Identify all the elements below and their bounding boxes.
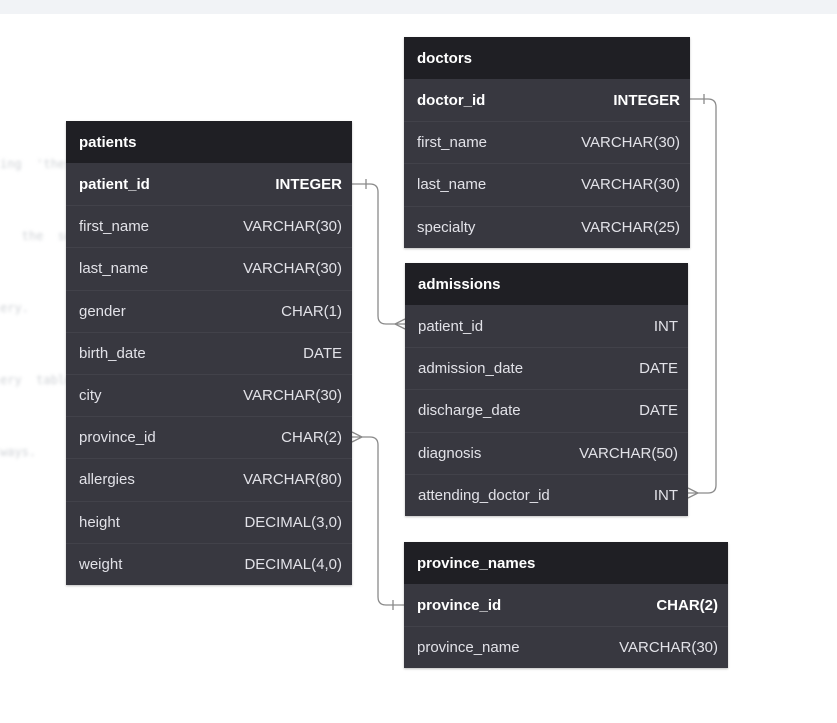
- table-row[interactable]: gender CHAR(1): [66, 289, 352, 332]
- column-name: gender: [79, 302, 126, 320]
- table-body: doctor_id INTEGER first_name VARCHAR(30)…: [404, 79, 690, 248]
- table-province-names[interactable]: province_names province_id CHAR(2) provi…: [404, 542, 728, 669]
- table-row[interactable]: province_name VARCHAR(30): [404, 626, 728, 668]
- column-name: patient_id: [418, 317, 484, 335]
- column-name: doctor_id: [417, 91, 486, 109]
- column-type: VARCHAR(80): [243, 471, 342, 489]
- column-name: last_name: [79, 260, 149, 278]
- table-row[interactable]: first_name VARCHAR(30): [66, 205, 352, 247]
- table-row[interactable]: specialty VARCHAR(25): [404, 205, 690, 248]
- column-type: VARCHAR(30): [619, 639, 718, 657]
- column-type: VARCHAR(30): [243, 218, 342, 236]
- column-name: first_name: [417, 134, 488, 152]
- column-type: DATE: [639, 402, 678, 420]
- table-row[interactable]: province_id CHAR(2): [66, 416, 352, 458]
- table-row[interactable]: admission_date DATE: [405, 347, 688, 389]
- table-row[interactable]: height DECIMAL(3,0): [66, 500, 352, 543]
- column-type: VARCHAR(30): [581, 176, 680, 194]
- column-name: last_name: [417, 176, 487, 194]
- column-name: diagnosis: [418, 444, 482, 462]
- column-type: CHAR(1): [281, 302, 342, 320]
- column-type: DATE: [303, 344, 342, 362]
- connector-doctor-id: [688, 98, 717, 494]
- table-header[interactable]: patients: [66, 121, 352, 163]
- table-body: province_id CHAR(2) province_name VARCHA…: [404, 584, 728, 668]
- column-name: city: [79, 387, 102, 405]
- table-row[interactable]: last_name VARCHAR(30): [404, 163, 690, 205]
- table-row[interactable]: province_id CHAR(2): [404, 584, 728, 626]
- column-type: INT: [653, 486, 678, 504]
- table-patients[interactable]: patients patient_id INTEGER first_name V…: [66, 121, 352, 585]
- column-type: VARCHAR(30): [243, 260, 342, 278]
- connector-patient-id: [352, 183, 405, 325]
- column-type: DECIMAL(3,0): [244, 513, 342, 531]
- table-row[interactable]: doctor_id INTEGER: [404, 79, 690, 121]
- connector-province-id: [352, 436, 405, 606]
- column-name: weight: [79, 555, 123, 573]
- column-type: VARCHAR(50): [579, 444, 678, 462]
- column-name: province_id: [79, 429, 156, 447]
- column-type: INTEGER: [275, 175, 342, 193]
- column-name: birth_date: [79, 344, 146, 362]
- column-type: DATE: [639, 360, 678, 378]
- column-name: admission_date: [418, 360, 524, 378]
- column-name: province_id: [417, 596, 502, 614]
- column-type: CHAR(2): [281, 429, 342, 447]
- column-type: DECIMAL(4,0): [244, 555, 342, 573]
- column-type: CHAR(2): [656, 596, 718, 614]
- column-name: height: [79, 513, 120, 531]
- table-row[interactable]: first_name VARCHAR(30): [404, 121, 690, 163]
- table-row[interactable]: patient_id INT: [405, 305, 688, 347]
- table-row[interactable]: birth_date DATE: [66, 331, 352, 374]
- table-row[interactable]: diagnosis VARCHAR(50): [405, 431, 688, 474]
- column-name: province_name: [417, 639, 520, 657]
- table-row[interactable]: last_name VARCHAR(30): [66, 247, 352, 289]
- column-type: INT: [653, 317, 678, 335]
- column-name: allergies: [79, 471, 135, 489]
- column-name: specialty: [417, 218, 476, 236]
- table-header[interactable]: admissions: [405, 263, 688, 305]
- table-admissions[interactable]: admissions patient_id INT admission_date…: [405, 263, 688, 516]
- column-type: VARCHAR(25): [581, 218, 680, 236]
- table-row[interactable]: city VARCHAR(30): [66, 373, 352, 416]
- column-type: INTEGER: [613, 91, 680, 109]
- column-type: VARCHAR(30): [243, 387, 342, 405]
- column-type: VARCHAR(30): [581, 134, 680, 152]
- table-row[interactable]: patient_id INTEGER: [66, 163, 352, 205]
- column-name: first_name: [79, 218, 150, 236]
- column-name: attending_doctor_id: [418, 486, 550, 504]
- table-row[interactable]: weight DECIMAL(4,0): [66, 542, 352, 585]
- table-header[interactable]: doctors: [404, 37, 690, 79]
- column-name: patient_id: [79, 175, 150, 193]
- table-row[interactable]: allergies VARCHAR(80): [66, 458, 352, 500]
- table-body: patient_id INT admission_date DATE disch…: [405, 305, 688, 516]
- column-name: discharge_date: [418, 402, 521, 420]
- table-row[interactable]: discharge_date DATE: [405, 389, 688, 431]
- table-header[interactable]: province_names: [404, 542, 728, 584]
- table-row[interactable]: attending_doctor_id INT: [405, 473, 688, 516]
- table-doctors[interactable]: doctors doctor_id INTEGER first_name VAR…: [404, 37, 690, 248]
- table-body: patient_id INTEGER first_name VARCHAR(30…: [66, 163, 352, 585]
